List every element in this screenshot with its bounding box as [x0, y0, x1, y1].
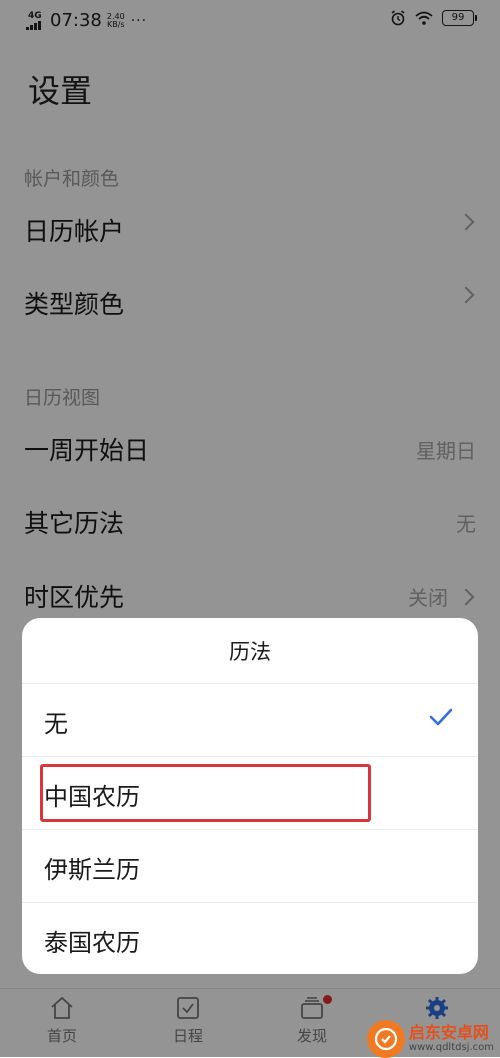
option-islamic[interactable]: 伊斯兰历: [22, 829, 478, 903]
option-label: 泰国农历: [44, 929, 140, 957]
watermark-name: 启东安卓网: [408, 1023, 489, 1042]
option-none[interactable]: 无: [22, 683, 478, 757]
option-thai-lunar[interactable]: 泰国农历: [22, 902, 478, 974]
highlight-box: [40, 764, 371, 822]
option-label: 伊斯兰历: [44, 856, 140, 884]
watermark: 启东安卓网 www.qdltdsj.com: [366, 1020, 494, 1058]
dialog-title: 历法: [229, 640, 271, 664]
check-icon: [429, 708, 453, 726]
option-label: 无: [44, 710, 68, 738]
watermark-logo-icon: [366, 1020, 405, 1058]
watermark-url: www.qdltdsj.com: [408, 1042, 494, 1053]
calendar-system-dialog: 历法 无 中国农历 伊斯兰历 泰国农历: [22, 618, 478, 974]
